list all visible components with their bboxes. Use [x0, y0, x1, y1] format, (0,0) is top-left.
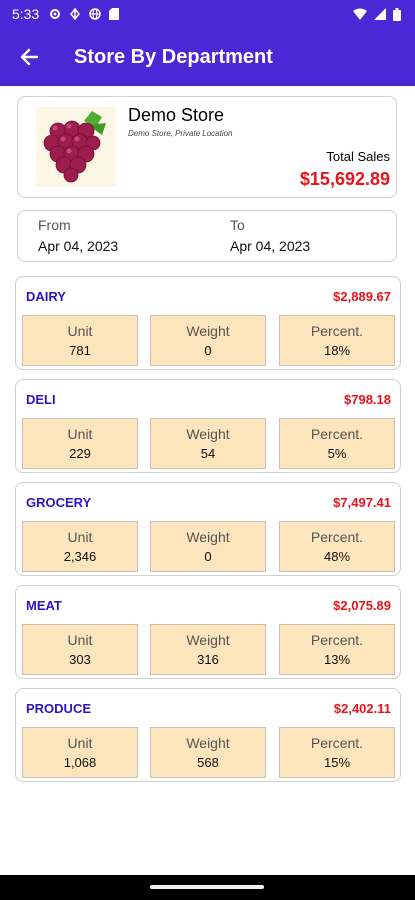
gear-icon — [50, 9, 61, 19]
weight-value: 568 — [197, 755, 219, 770]
department-card-produce[interactable]: PRODUCE $2,402.11 Unit 1,068 Weight 568 … — [15, 688, 401, 782]
department-total: $2,889.67 — [333, 289, 391, 304]
percent-label: Percent. — [310, 735, 364, 751]
weight-value: 316 — [197, 652, 219, 667]
to-value: Apr 04, 2023 — [230, 238, 311, 254]
signal-icon — [374, 8, 386, 20]
percent-label: Percent. — [310, 323, 364, 339]
weight-value: 0 — [204, 343, 212, 358]
sd-card-icon — [109, 8, 120, 20]
unit-value: 781 — [69, 343, 91, 358]
percent-value: 48% — [323, 549, 351, 564]
from-value: Apr 04, 2023 — [38, 238, 119, 254]
weight-label: Weight — [186, 735, 230, 751]
weight-box: Weight 0 — [150, 315, 266, 366]
unit-label: Unit — [67, 632, 93, 648]
total-sales-label: Total Sales — [326, 149, 390, 164]
department-name: GROCERY — [26, 495, 92, 510]
department-total: $798.18 — [344, 392, 391, 407]
weight-label: Weight — [186, 632, 230, 648]
department-name: DAIRY — [26, 289, 66, 304]
weight-value: 54 — [200, 446, 216, 461]
percent-box: Percent. 13% — [279, 624, 395, 675]
weight-label: Weight — [186, 323, 230, 339]
to-date[interactable]: To Apr 04, 2023 — [230, 217, 310, 254]
wifi-icon — [353, 8, 367, 20]
navigation-bar — [0, 875, 415, 900]
back-button[interactable] — [14, 42, 44, 72]
unit-box: Unit 229 — [22, 418, 138, 469]
weight-box: Weight 54 — [150, 418, 266, 469]
department-total: $2,402.11 — [333, 701, 391, 716]
unit-label: Unit — [67, 323, 93, 339]
weight-box: Weight 0 — [150, 521, 266, 572]
department-card-meat[interactable]: MEAT $2,075.89 Unit 303 Weight 316 Perce… — [15, 585, 401, 679]
percent-value: 13% — [323, 652, 351, 667]
unit-box: Unit 303 — [22, 624, 138, 675]
department-name: DELI — [26, 392, 56, 407]
store-logo — [36, 107, 116, 187]
from-date[interactable]: From Apr 04, 2023 — [38, 217, 118, 254]
unit-box: Unit 781 — [22, 315, 138, 366]
app-bar: Store By Department — [0, 28, 415, 86]
from-label: From — [38, 217, 71, 233]
percent-box: Percent. 18% — [279, 315, 395, 366]
percent-box: Percent. 48% — [279, 521, 395, 572]
unit-box: Unit 1,068 — [22, 727, 138, 778]
globe-icon — [89, 8, 101, 20]
page-title: Store By Department — [74, 45, 273, 68]
weight-label: Weight — [186, 529, 230, 545]
percent-box: Percent. 5% — [279, 418, 395, 469]
to-label: To — [230, 217, 245, 233]
store-summary-card: Demo Store Demo Store, Private Location … — [17, 96, 397, 198]
unit-label: Unit — [67, 426, 93, 442]
department-card-dairy[interactable]: DAIRY $2,889.67 Unit 781 Weight 0 Percen… — [15, 276, 401, 370]
store-subtitle: Demo Store, Private Location — [128, 129, 233, 138]
unit-value: 1,068 — [63, 755, 97, 770]
status-bar: 5:33 — [0, 0, 415, 28]
weight-box: Weight 568 — [150, 727, 266, 778]
unit-value: 2,346 — [63, 549, 97, 564]
date-range-card[interactable]: From Apr 04, 2023 To Apr 04, 2023 — [17, 210, 397, 262]
percent-label: Percent. — [310, 529, 364, 545]
department-total: $2,075.89 — [333, 598, 391, 613]
arrow-back-icon — [20, 48, 39, 66]
percent-value: 18% — [323, 343, 351, 358]
battery-icon — [393, 7, 401, 21]
store-name: Demo Store — [128, 105, 225, 125]
total-sales-value: $15,692.89 — [299, 169, 390, 189]
percent-value: 5% — [327, 446, 347, 461]
percent-box: Percent. 15% — [279, 727, 395, 778]
department-name: PRODUCE — [26, 701, 92, 716]
unit-value: 303 — [69, 652, 91, 667]
unit-label: Unit — [67, 529, 93, 545]
weight-label: Weight — [186, 426, 230, 442]
status-time: 5:33 — [12, 6, 40, 22]
location-icon — [70, 8, 81, 20]
percent-label: Percent. — [310, 632, 364, 648]
department-card-deli[interactable]: DELI $798.18 Unit 229 Weight 54 Percent.… — [15, 379, 401, 473]
percent-label: Percent. — [310, 426, 364, 442]
weight-value: 0 — [204, 549, 212, 564]
grapes-icon — [43, 111, 106, 183]
unit-label: Unit — [67, 735, 93, 751]
unit-box: Unit 2,346 — [22, 521, 138, 572]
department-name: MEAT — [26, 598, 62, 613]
unit-value: 229 — [69, 446, 91, 461]
home-indicator[interactable] — [150, 885, 264, 889]
department-total: $7,497.41 — [333, 495, 391, 510]
department-card-grocery[interactable]: GROCERY $7,497.41 Unit 2,346 Weight 0 Pe… — [15, 482, 401, 576]
weight-box: Weight 316 — [150, 624, 266, 675]
percent-value: 15% — [323, 755, 351, 770]
